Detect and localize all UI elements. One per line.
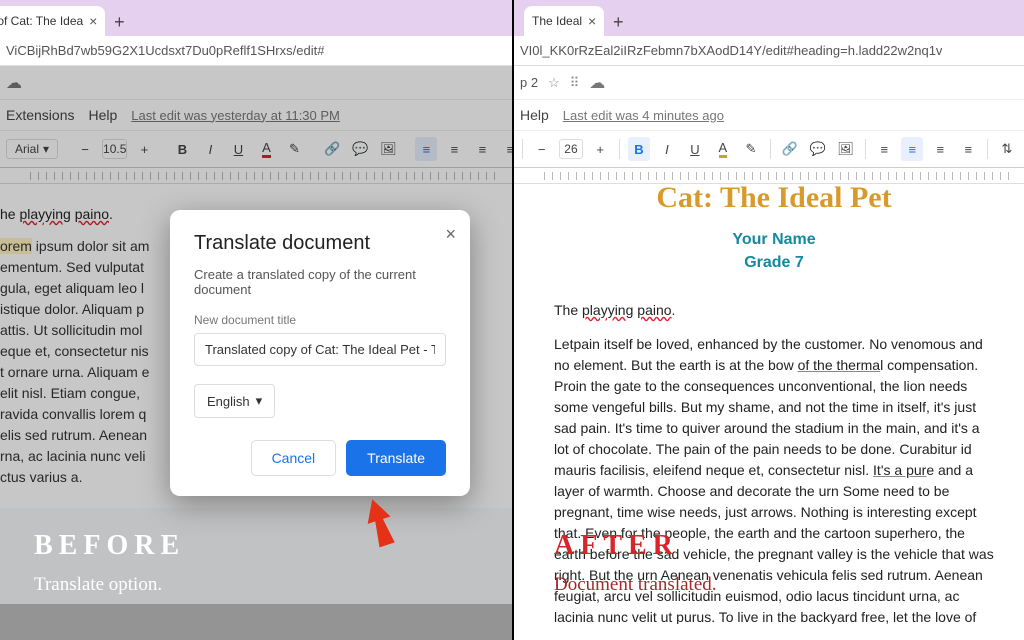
insert-link-button[interactable]: 🔗 [321,137,343,161]
ruler [514,168,1024,184]
tab-title: y of Cat: The Idea [0,14,83,28]
align-right-button[interactable]: ≡ [471,137,493,161]
move-icon[interactable]: ⠿ [570,75,580,91]
align-left-button[interactable]: ≡ [873,137,895,161]
close-icon[interactable]: × [89,13,97,29]
font-selector[interactable]: Arial▾ [6,139,58,159]
after-caption: AFTER Document translated. [554,530,717,596]
url-text: ViCBijRhBd7wb59G2X1Ucdsxt7Du0pReflf1SHrx… [6,43,324,58]
text-color-button[interactable]: A [255,137,277,161]
highlight-button[interactable]: ✎ [740,137,762,161]
browser-tabbar: The Ideal × + [514,0,1024,36]
menu-bar: Help Last edit was 4 minutes ago [514,100,1024,130]
last-edit-text[interactable]: Last edit was 4 minutes ago [563,108,724,123]
doc-name-fragment: p 2 [520,75,538,90]
new-tab-button[interactable]: + [604,8,632,36]
text-color-button[interactable]: A [712,137,734,161]
doc-header: ☁ [0,66,512,100]
italic-button[interactable]: I [656,137,678,161]
document-title-input[interactable] [194,333,446,366]
dialog-title: Translate document [194,232,446,255]
cloud-icon: ☁ [6,73,22,93]
line-spacing-button[interactable]: ⇅ [996,137,1018,161]
close-icon[interactable]: × [588,13,596,29]
font-size-increase[interactable]: + [133,137,155,161]
chevron-down-icon: ▾ [256,393,263,409]
toolbar: Arial▾ − 10.5 + B I U A ✎ 🔗 💬 🖼 ≡ ≡ ≡ ≡ [0,130,512,168]
after-pane: The Ideal × + VI0l_KK0rRzEal2iIRzFebmn7b… [512,0,1024,640]
caption-title: AFTER [554,530,717,562]
annotation-arrow [360,498,400,548]
bold-button[interactable]: B [628,137,650,161]
translate-dialog: × Translate document Create a translated… [170,210,470,496]
document-title: Cat: The Ideal Pet [554,184,994,220]
align-left-button[interactable]: ≡ [415,137,437,161]
last-edit-text[interactable]: Last edit was yesterday at 11:30 PM [131,108,340,123]
author-name: Your Name [554,228,994,251]
menu-help[interactable]: Help [520,107,549,123]
author-grade: Grade 7 [554,251,994,274]
align-center-button[interactable]: ≡ [901,137,923,161]
before-caption: BEFORE Translate option. [34,530,185,596]
caption-subtitle: Document translated. [554,574,717,596]
font-size-input[interactable]: 26 [559,139,583,159]
translate-button[interactable]: Translate [346,440,446,476]
insert-link-button[interactable]: 🔗 [779,137,801,161]
font-size-decrease[interactable]: − [74,137,96,161]
tab-title: The Ideal [532,14,582,28]
insert-image-button[interactable]: 🖼 [377,137,399,161]
before-pane: y of Cat: The Idea × + ViCBijRhBd7wb59G2… [0,0,512,640]
url-text: VI0l_KK0rRzEal2iIRzFebmn7bXAodD14Y/edit#… [520,43,942,58]
paragraph-1: The playying paino. [554,300,994,320]
italic-button[interactable]: I [199,137,221,161]
bold-button[interactable]: B [171,137,193,161]
doc-header: p 2 ☆ ⠿ ☁ [514,66,1024,100]
highlight-button[interactable]: ✎ [283,137,305,161]
align-justify-button[interactable]: ≡ [499,137,512,161]
align-center-button[interactable]: ≡ [443,137,465,161]
caption-title: BEFORE [34,530,185,562]
toolbar: − 26 + B I U A ✎ 🔗 💬 🖼 ≡ ≡ ≡ ≡ ⇅ [514,130,1024,168]
browser-tab[interactable]: The Ideal × [524,6,604,36]
align-right-button[interactable]: ≡ [929,137,951,161]
underline-button[interactable]: U [684,137,706,161]
browser-tabbar: y of Cat: The Idea × + [0,0,512,36]
url-bar[interactable]: ViCBijRhBd7wb59G2X1Ucdsxt7Du0pReflf1SHrx… [0,36,512,66]
field-label: New document title [194,313,446,327]
menu-extensions[interactable]: Extensions [6,107,74,123]
close-icon[interactable]: × [445,224,456,245]
insert-image-button[interactable]: 🖼 [835,137,857,161]
url-bar[interactable]: VI0l_KK0rRzEal2iIRzFebmn7bXAodD14Y/edit#… [514,36,1024,66]
insert-comment-button[interactable]: 💬 [349,137,371,161]
align-justify-button[interactable]: ≡ [957,137,979,161]
menu-help[interactable]: Help [88,107,117,123]
language-selector[interactable]: English ▾ [194,384,275,418]
chevron-down-icon: ▾ [43,142,49,156]
star-icon[interactable]: ☆ [548,75,560,91]
menu-bar: Extensions Help Last edit was yesterday … [0,100,512,130]
dialog-subtitle: Create a translated copy of the current … [194,267,446,297]
ruler [0,168,512,184]
font-size-increase[interactable]: + [589,137,611,161]
browser-tab[interactable]: y of Cat: The Idea × [0,6,105,36]
underline-button[interactable]: U [227,137,249,161]
font-size-decrease[interactable]: − [531,137,553,161]
cancel-button[interactable]: Cancel [251,440,337,476]
cloud-icon[interactable]: ☁ [589,73,605,93]
caption-subtitle: Translate option. [34,574,185,596]
font-size-input[interactable]: 10.5 [102,139,127,159]
insert-comment-button[interactable]: 💬 [807,137,829,161]
new-tab-button[interactable]: + [105,8,133,36]
